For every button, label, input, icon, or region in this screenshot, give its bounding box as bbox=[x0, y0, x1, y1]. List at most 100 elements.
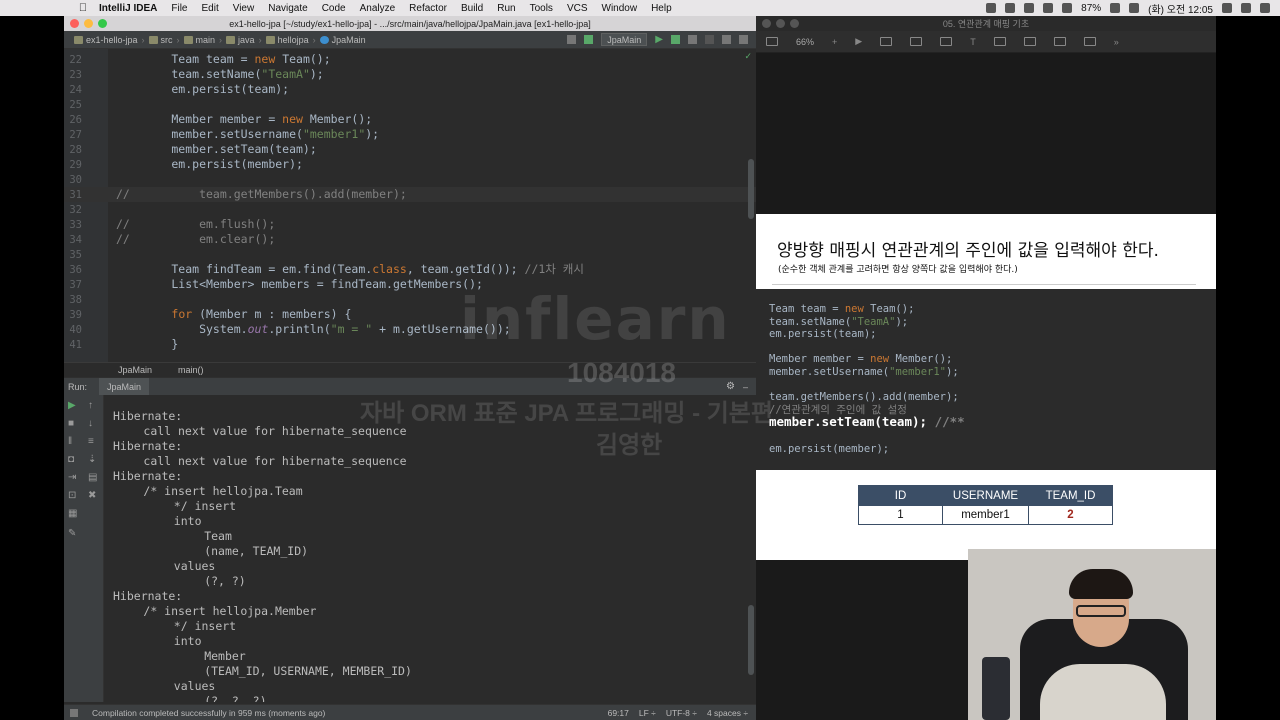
code-line[interactable]: 22 Team team = new Team(); bbox=[64, 52, 756, 67]
spotlight-icon[interactable] bbox=[1222, 3, 1232, 13]
exit-icon[interactable]: ⇥ bbox=[68, 473, 79, 483]
breadcrumb-package[interactable]: hellojpa bbox=[262, 35, 313, 45]
menu-help[interactable]: Help bbox=[644, 3, 679, 14]
minimize-window-button[interactable] bbox=[84, 19, 93, 28]
menu-refactor[interactable]: Refactor bbox=[402, 3, 454, 14]
code-line[interactable]: 39 for (Member m : members) { bbox=[64, 307, 756, 322]
console-scrollbar[interactable] bbox=[748, 605, 754, 675]
console-output[interactable]: Hibernate: call next value for hibernate_… bbox=[113, 395, 746, 702]
code-line[interactable]: 36 Team findTeam = em.find(Team.class, t… bbox=[64, 262, 756, 277]
wifi-icon[interactable] bbox=[1043, 3, 1054, 13]
encoding-select[interactable]: UTF-8 ÷ bbox=[666, 708, 697, 718]
menu-code[interactable]: Code bbox=[315, 3, 353, 14]
more-icon[interactable]: » bbox=[1114, 37, 1119, 47]
project-structure-icon[interactable] bbox=[567, 35, 577, 44]
table-icon[interactable] bbox=[910, 37, 923, 46]
vcs-icon[interactable] bbox=[739, 35, 748, 44]
breadcrumb-project[interactable]: ex1-hello-jpa bbox=[70, 35, 142, 45]
comment-icon[interactable] bbox=[1053, 37, 1066, 46]
caret-position[interactable]: 69:17 bbox=[608, 708, 629, 718]
code-line[interactable]: 27 member.setUsername("member1"); bbox=[64, 127, 756, 142]
keynote-live-icon[interactable] bbox=[880, 37, 893, 46]
menu-edit[interactable]: Edit bbox=[194, 3, 225, 14]
run-tab-jpamain[interactable]: JpaMain bbox=[99, 377, 150, 396]
editor-scrollbar[interactable] bbox=[748, 159, 754, 219]
scroll-to-end-icon[interactable]: ⇣ bbox=[88, 455, 99, 465]
layout-icon[interactable]: ▦ bbox=[68, 509, 79, 519]
menu-run[interactable]: Run bbox=[490, 3, 522, 14]
siri-icon[interactable] bbox=[1241, 3, 1251, 13]
code-line[interactable]: 33 // em.flush(); bbox=[64, 217, 756, 232]
tool-windows-icon[interactable] bbox=[70, 708, 78, 717]
code-line[interactable]: 29 em.persist(member); bbox=[64, 157, 756, 172]
code-line[interactable]: 25 bbox=[64, 97, 756, 112]
code-editor[interactable]: 22 Team team = new Team(); 23 team.setNam… bbox=[64, 49, 756, 362]
code-line[interactable]: 24 em.persist(team); bbox=[64, 82, 756, 97]
status-icon[interactable] bbox=[1005, 3, 1016, 13]
stop-icon[interactable] bbox=[705, 35, 714, 44]
status-icon[interactable] bbox=[986, 3, 997, 13]
menu-tools[interactable]: Tools bbox=[523, 3, 560, 14]
menu-navigate[interactable]: Navigate bbox=[261, 3, 314, 14]
debug-icon[interactable] bbox=[671, 35, 680, 44]
chart-icon[interactable] bbox=[940, 37, 953, 46]
code-line[interactable]: 41 } bbox=[64, 337, 756, 352]
volume-icon[interactable] bbox=[1062, 3, 1073, 13]
restore-layout-icon[interactable]: ⊡ bbox=[68, 491, 79, 501]
app-menu[interactable]: IntelliJ IDEA bbox=[92, 3, 164, 14]
apple-menu-icon[interactable]:  bbox=[74, 2, 92, 14]
minimize-window-button[interactable] bbox=[776, 19, 785, 28]
zoom-select[interactable]: 66% bbox=[796, 37, 814, 47]
close-window-button[interactable] bbox=[70, 19, 79, 28]
menu-analyze[interactable]: Analyze bbox=[353, 3, 403, 14]
bluetooth-icon[interactable] bbox=[1024, 3, 1035, 13]
text-icon[interactable]: T bbox=[970, 37, 976, 47]
shape-icon[interactable] bbox=[993, 37, 1006, 46]
soft-wrap-icon[interactable]: ≡ bbox=[88, 437, 99, 447]
code-line[interactable]: 30 bbox=[64, 172, 756, 187]
minimize-panel-icon[interactable]: – bbox=[743, 382, 748, 392]
notification-center-icon[interactable] bbox=[1260, 3, 1270, 13]
breadcrumb-java[interactable]: java bbox=[222, 35, 259, 45]
slide-canvas[interactable]: 양방향 매핑시 연관관계의 주인에 값을 입력해야 한다. (순수한 객체 관계… bbox=[756, 214, 1216, 560]
play-icon[interactable]: ▶ bbox=[855, 36, 862, 47]
menu-vcs[interactable]: VCS bbox=[560, 3, 595, 14]
code-line[interactable]: 26 Member member = new Member(); bbox=[64, 112, 756, 127]
editor-breadcrumb-method[interactable]: main() bbox=[178, 365, 204, 375]
zoom-window-button[interactable] bbox=[98, 19, 107, 28]
run-configuration-select[interactable]: JpaMain bbox=[601, 33, 648, 46]
view-icon[interactable] bbox=[766, 37, 778, 46]
add-slide-icon[interactable]: + bbox=[832, 37, 837, 47]
code-line[interactable]: 38 bbox=[64, 292, 756, 307]
run-button[interactable]: ▶ bbox=[655, 34, 663, 45]
scroll-down-icon[interactable]: ↓ bbox=[88, 419, 99, 429]
menu-build[interactable]: Build bbox=[454, 3, 490, 14]
status-message[interactable]: Compilation completed successfully in 95… bbox=[92, 708, 325, 718]
menu-clock[interactable]: (화) 오전 12:05 bbox=[1148, 1, 1213, 16]
print-icon[interactable]: ▤ bbox=[88, 473, 99, 483]
menu-view[interactable]: View bbox=[226, 3, 262, 14]
scroll-up-icon[interactable]: ↑ bbox=[88, 401, 99, 411]
code-line[interactable]: 31 // team.getMembers().add(member); bbox=[64, 187, 756, 202]
zoom-window-button[interactable] bbox=[790, 19, 799, 28]
coverage-icon[interactable] bbox=[688, 35, 697, 44]
code-line[interactable]: 35 bbox=[64, 247, 756, 262]
menu-window[interactable]: Window bbox=[595, 3, 645, 14]
code-line[interactable]: 32 bbox=[64, 202, 756, 217]
build-hammer-icon[interactable] bbox=[584, 35, 594, 44]
menu-file[interactable]: File bbox=[164, 3, 194, 14]
media-icon[interactable] bbox=[1023, 37, 1036, 46]
code-line[interactable]: 37 List<Member> members = findTeam.getMe… bbox=[64, 277, 756, 292]
format-icon[interactable] bbox=[1083, 37, 1096, 46]
clear-all-icon[interactable]: ✖ bbox=[88, 491, 99, 501]
gear-icon[interactable]: ⚙ bbox=[726, 381, 735, 392]
stop-icon[interactable]: ■ bbox=[68, 419, 79, 429]
battery-icon[interactable] bbox=[1110, 3, 1121, 13]
rerun-icon[interactable]: ▶ bbox=[68, 401, 79, 411]
code-line[interactable]: 34 // em.clear(); bbox=[64, 232, 756, 247]
pin-icon[interactable]: ✎ bbox=[68, 529, 79, 539]
close-window-button[interactable] bbox=[762, 19, 771, 28]
code-line[interactable]: 40 System.out.println("m = " + m.getUser… bbox=[64, 322, 756, 337]
breadcrumb-main[interactable]: main bbox=[180, 35, 220, 45]
editor-breadcrumb-class[interactable]: JpaMain bbox=[118, 365, 152, 375]
